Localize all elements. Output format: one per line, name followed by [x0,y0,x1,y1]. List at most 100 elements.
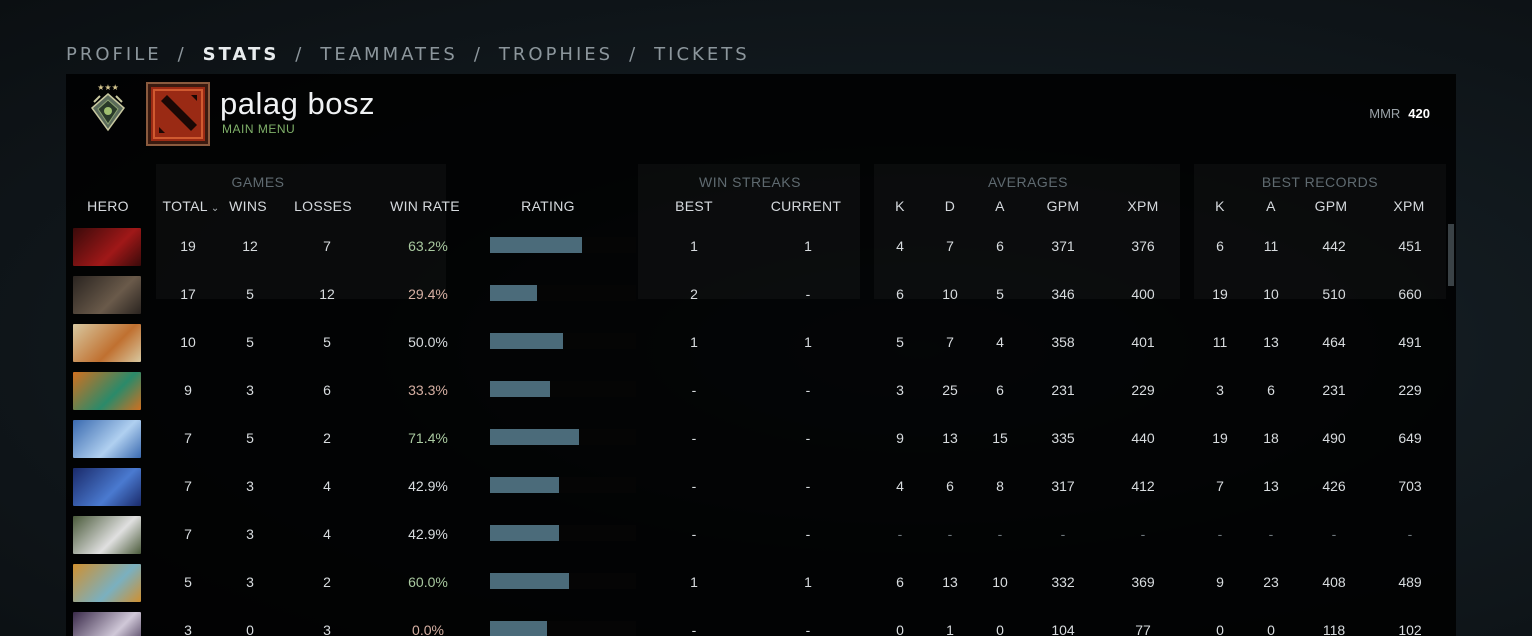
col-best-xpm[interactable]: XPM [1384,198,1434,214]
row-win-rate: 63.2% [408,238,448,254]
col-best-a[interactable]: A [1257,198,1285,214]
scrollbar-thumb[interactable] [1448,224,1454,286]
group-title-best-records: BEST RECORDS [1261,174,1379,190]
row-avg-xpm: 401 [1131,334,1155,350]
player-status: MAIN MENU [222,122,296,136]
row-avg-a: 5 [996,286,1004,302]
col-losses[interactable]: LOSSES [288,198,358,214]
col-win-rate[interactable]: WIN RATE [380,198,470,214]
row-total: 7 [184,526,192,542]
chevron-down-icon: ⌄ [210,203,220,214]
table-row[interactable]: 5 3 2 60.0% 1 1 6 13 10 332 369 9 23 408 489 [66,558,1446,606]
row-avg-d: 6 [946,478,954,494]
row-total: 9 [184,382,192,398]
table-row[interactable]: 9 3 6 33.3% - - 3 25 6 231 229 3 6 231 229 [66,366,1446,414]
row-best-gpm: 231 [1322,382,1346,398]
hero-portrait-orange-warrior-icon[interactable] [73,324,141,362]
row-avg-xpm: 440 [1131,430,1155,446]
row-current-streak: 1 [804,238,812,254]
hero-portrait-red-demon-icon[interactable] [73,228,141,266]
tab-trophies[interactable]: TROPHIES [499,44,613,65]
row-avg-xpm: 77 [1135,622,1151,636]
tab-tickets[interactable]: TICKETS [654,44,749,65]
row-avg-k: 6 [896,286,904,302]
player-name[interactable]: palag bosz [220,86,375,122]
hero-portrait-bear-icon[interactable] [73,276,141,314]
row-best-streak: - [691,430,697,446]
col-avg-xpm[interactable]: XPM [1118,198,1168,214]
row-best-gpm: 464 [1322,334,1346,350]
row-best-a: 6 [1267,382,1275,398]
row-avg-k: 5 [896,334,904,350]
col-best-k[interactable]: K [1206,198,1234,214]
tab-profile[interactable]: PROFILE [66,44,162,65]
row-best-k: 0 [1216,622,1224,636]
row-avg-d: 7 [946,334,954,350]
tab-stats[interactable]: STATS [203,44,280,65]
table-row[interactable]: 7 3 4 42.9% - - 4 6 8 317 412 7 13 426 703 [66,462,1446,510]
col-avg-d[interactable]: D [936,198,964,214]
col-rating[interactable]: RATING [508,198,588,214]
row-total: 5 [184,574,192,590]
hero-portrait-storm-mage-icon[interactable] [73,420,141,458]
table-scrollbar[interactable] [1448,224,1454,636]
row-best-gpm: 510 [1322,286,1346,302]
row-wins: 3 [246,526,254,542]
row-losses: 2 [323,430,331,446]
hero-portrait-pale-spectre-icon[interactable] [73,612,141,636]
col-avg-k[interactable]: K [886,198,914,214]
row-losses: 4 [323,526,331,542]
table-row[interactable]: 7 3 4 42.9% - - - - - - - - - - - [66,510,1446,558]
col-best-gpm[interactable]: GPM [1306,198,1356,214]
row-best-streak: - [691,478,697,494]
row-best-xpm: 489 [1398,574,1422,590]
row-current-streak: - [805,622,811,636]
col-best-streak[interactable]: BEST [664,198,724,214]
hero-portrait-frost-lich-icon[interactable] [73,564,141,602]
row-best-k: 9 [1216,574,1224,590]
col-avg-a[interactable]: A [986,198,1014,214]
hero-portrait-green-goblin-icon[interactable] [73,372,141,410]
row-losses: 2 [323,574,331,590]
row-best-a: 13 [1263,478,1279,494]
row-best-xpm: 102 [1398,622,1422,636]
hero-portrait-blue-assassin-icon[interactable] [73,468,141,506]
rating-bar-fill [490,525,559,541]
row-best-a: 23 [1263,574,1279,590]
row-avg-a: 6 [996,238,1004,254]
stats-panel: ★★★ palag bosz MAIN MENU MMR 420 GAMES WI… [66,74,1456,636]
row-avg-d: 13 [942,574,958,590]
row-wins: 3 [246,574,254,590]
hero-portrait-bearded-tinker-icon[interactable] [73,516,141,554]
row-best-xpm: 703 [1398,478,1422,494]
player-avatar[interactable] [146,82,210,146]
rank-medal-icon[interactable]: ★★★ [88,82,128,134]
row-best-xpm: 229 [1398,382,1422,398]
rating-bar [490,381,636,397]
col-hero[interactable]: HERO [78,198,138,214]
row-total: 7 [184,430,192,446]
row-best-xpm: 491 [1398,334,1422,350]
row-avg-k: 6 [896,574,904,590]
mmr-display: MMR 420 [1369,106,1430,121]
row-best-a: 18 [1263,430,1279,446]
table-row[interactable]: 19 12 7 63.2% 1 1 4 7 6 371 376 6 11 442 451 [66,222,1446,270]
col-current-streak[interactable]: CURRENT [766,198,846,214]
group-title-win-streaks: WIN STREAKS [699,174,801,190]
col-wins[interactable]: WINS [226,198,270,214]
nav-separator: / [629,43,639,65]
table-row[interactable]: 3 0 3 0.0% - - 0 1 0 104 77 0 0 118 102 [66,606,1446,636]
col-avg-gpm[interactable]: GPM [1038,198,1088,214]
col-total[interactable]: TOTAL ⌄ [156,198,226,214]
table-row[interactable]: 17 5 12 29.4% 2 - 6 10 5 346 400 19 10 510 660 [66,270,1446,318]
row-win-rate: 71.4% [408,430,448,446]
row-current-streak: - [805,478,811,494]
row-avg-a: - [997,526,1003,542]
table-row[interactable]: 7 5 2 71.4% - - 9 13 15 335 440 19 18 490 649 [66,414,1446,462]
table-row[interactable]: 10 5 5 50.0% 1 1 5 7 4 358 401 11 13 464 491 [66,318,1446,366]
row-current-streak: - [805,286,811,302]
tab-teammates[interactable]: TEAMMATES [320,44,457,65]
row-best-gpm: 442 [1322,238,1346,254]
row-avg-a: 10 [992,574,1008,590]
row-best-xpm: - [1407,526,1413,542]
